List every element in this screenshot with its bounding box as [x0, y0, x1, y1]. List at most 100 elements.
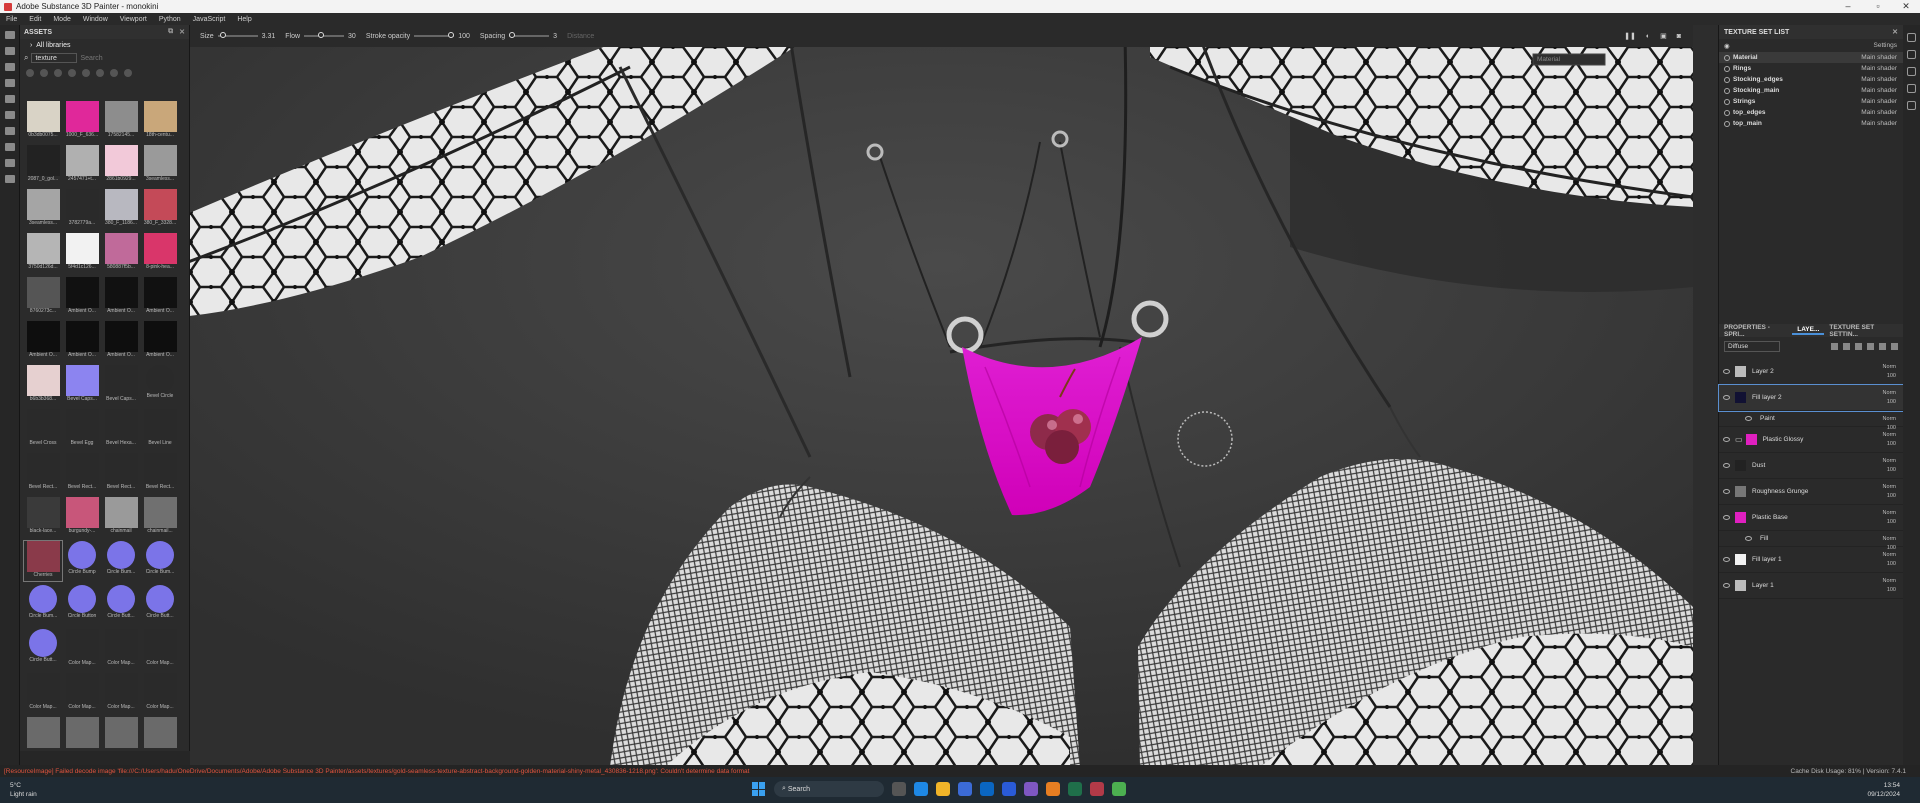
texture-set-icon[interactable]	[1907, 33, 1916, 42]
asset-tile[interactable]: Bevel Line	[141, 409, 179, 449]
size-control[interactable]: Size 3.31	[200, 32, 275, 40]
chrome-icon[interactable]	[1112, 782, 1126, 796]
texture-set-row[interactable]: top_edges Main shader	[1719, 107, 1903, 118]
visibility-icon[interactable]	[1724, 76, 1730, 83]
texture-set-row[interactable]: Strings Main shader	[1719, 96, 1903, 107]
substance-painter-icon[interactable]	[1068, 782, 1082, 796]
blend-mode[interactable]: Norm	[1883, 416, 1896, 422]
shader-dropdown[interactable]: Main shader	[1861, 87, 1897, 94]
shader-dropdown[interactable]: Main shader	[1861, 76, 1897, 83]
layer-row[interactable]: Fill layer 1 Norm 100	[1719, 547, 1904, 573]
asset-tile[interactable]: Bevel Circle	[141, 365, 179, 405]
visibility-icon[interactable]	[1745, 536, 1752, 541]
asset-tile[interactable]: 8760273c...	[24, 277, 62, 317]
asset-tile[interactable]: Ambient O...	[102, 277, 140, 317]
visibility-icon[interactable]	[1723, 463, 1730, 468]
layer-opacity[interactable]: 100	[1887, 399, 1896, 405]
size-slider[interactable]	[217, 32, 258, 38]
asset-tile[interactable]: 2861b0929...	[102, 145, 140, 185]
add-mask-icon[interactable]	[1843, 343, 1850, 350]
layer-sub-item[interactable]: Fill Norm 100	[1719, 531, 1904, 551]
blend-mode[interactable]: Norm	[1883, 552, 1896, 558]
asset-tile[interactable]: Circle Butt...	[24, 629, 62, 669]
layer-opacity[interactable]: 100	[1887, 561, 1896, 567]
paint-brush-icon[interactable]	[5, 31, 15, 39]
layer-opacity[interactable]: 100	[1887, 587, 1896, 593]
maximize-icon[interactable]: ▫	[1866, 0, 1890, 13]
asset-tile[interactable]: Circle Bum...	[102, 541, 140, 581]
search-filter-tag[interactable]: texture	[31, 53, 78, 63]
menu-mode[interactable]: Mode	[53, 16, 71, 23]
screenshot-icon[interactable]: ◙	[1677, 33, 1681, 40]
menu-edit[interactable]: Edit	[29, 16, 41, 23]
layer-opacity[interactable]: 100	[1887, 519, 1896, 525]
asset-tile[interactable]: Color Map...	[24, 673, 62, 713]
file-explorer-icon[interactable]	[936, 782, 950, 796]
store-icon[interactable]	[958, 782, 972, 796]
asset-tile[interactable]: 8-pink-hea...	[141, 233, 179, 273]
layer-blend[interactable]: Norm 100	[1883, 363, 1896, 381]
camera-icon[interactable]: ▣	[1660, 32, 1667, 40]
filter-list-icon[interactable]	[124, 69, 132, 77]
blend-mode[interactable]: Norm	[1883, 432, 1896, 438]
layers-icon[interactable]	[1907, 50, 1916, 59]
visibility-icon[interactable]	[1723, 437, 1730, 442]
add-folder-icon[interactable]	[1879, 343, 1886, 350]
display-icon[interactable]	[1907, 84, 1916, 93]
menu-viewport[interactable]: Viewport	[120, 16, 147, 23]
menu-window[interactable]: Window	[83, 16, 108, 23]
display-settings-icon[interactable]: ◐	[1646, 33, 1650, 40]
smudge-icon[interactable]	[5, 95, 15, 103]
add-paint-layer-icon[interactable]	[1855, 343, 1862, 350]
tab-layers[interactable]: LAYE...	[1792, 326, 1825, 335]
folder-icon[interactable]: ▭	[1735, 435, 1743, 444]
asset-tile[interactable]: 3750d126d...	[24, 233, 62, 273]
layer-row[interactable]: Dust Norm 100	[1719, 453, 1904, 479]
asset-tile[interactable]: Ambient O...	[102, 321, 140, 361]
asset-tile[interactable]: 380_F_3328...	[141, 189, 179, 229]
layer-row[interactable]: Layer 1 Norm 100	[1719, 573, 1904, 599]
layer-blend[interactable]: Norm 100	[1883, 457, 1896, 475]
export-icon[interactable]	[5, 143, 15, 151]
blend-mode[interactable]: Norm	[1883, 364, 1896, 370]
close-panel-icon[interactable]: ✕	[179, 28, 185, 36]
asset-tile[interactable]: b6b3b368...	[24, 365, 62, 405]
texture-set-row[interactable]: Rings Main shader	[1719, 63, 1903, 74]
shader-dropdown[interactable]: Main shader	[1861, 54, 1897, 61]
geometry-fill-icon[interactable]	[5, 79, 15, 87]
layer-blend[interactable]: Norm 100	[1883, 509, 1896, 527]
blend-mode[interactable]: Norm	[1883, 536, 1896, 542]
asset-tile[interactable]: 3782779a...	[63, 189, 101, 229]
app-icon[interactable]	[1090, 782, 1104, 796]
dock-icon[interactable]: ⧉	[168, 28, 173, 36]
bake-icon[interactable]	[5, 159, 15, 167]
assets-search-input[interactable]: Search	[80, 55, 102, 62]
clone-icon[interactable]	[5, 111, 15, 119]
close-panel-icon[interactable]: ✕	[1892, 28, 1903, 36]
asset-tile[interactable]: Ambient O...	[63, 277, 101, 317]
asset-tile[interactable]: Circle Bum...	[141, 541, 179, 581]
asset-tile[interactable]: Bevel Rect...	[24, 453, 62, 493]
visibility-icon[interactable]	[1745, 416, 1752, 421]
texture-set-row[interactable]: Stocking_edges Main shader	[1719, 74, 1903, 85]
opacity-control[interactable]: Stroke opacity 100	[366, 32, 470, 40]
menu-file[interactable]: File	[6, 16, 17, 23]
asset-tile[interactable]: 380_F_1186...	[102, 189, 140, 229]
blend-mode[interactable]: Norm	[1883, 484, 1896, 490]
filter-alpha-icon[interactable]	[68, 69, 76, 77]
shader-dropdown[interactable]: Main shader	[1861, 65, 1897, 72]
eraser-icon[interactable]	[5, 47, 15, 55]
asset-tile[interactable]: 18th-centu...	[141, 101, 179, 141]
layer-row[interactable]: Fill layer 2 Norm 100	[1718, 384, 1905, 412]
asset-tile[interactable]: 2087_0_gol...	[24, 145, 62, 185]
asset-tile[interactable]: black-lace...	[24, 497, 62, 537]
visibility-icon[interactable]	[1723, 557, 1730, 562]
filter-brush-icon[interactable]	[82, 69, 90, 77]
asset-tile[interactable]: Bevel Caps...	[63, 365, 101, 405]
asset-tile[interactable]: chainmail	[102, 497, 140, 537]
layer-opacity[interactable]: 100	[1887, 373, 1896, 379]
settings-dropdown[interactable]: Settings	[1874, 42, 1898, 49]
asset-tile[interactable]: Bevel Hexa...	[102, 409, 140, 449]
asset-tile[interactable]: Circle Button	[63, 585, 101, 625]
close-icon[interactable]: ✕	[1894, 0, 1918, 13]
